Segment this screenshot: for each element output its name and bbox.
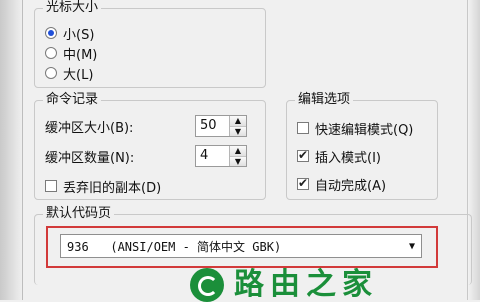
radio-medium[interactable] [45, 47, 57, 59]
buffer-count-row: 缓冲区数量(N): [45, 145, 134, 167]
watermark-logo-icon [190, 268, 224, 302]
spin-up-icon[interactable]: ▲ [230, 116, 246, 126]
quick-edit-checkbox[interactable] [297, 122, 309, 134]
spin-up-icon[interactable]: ▲ [230, 146, 246, 156]
buffer-size-value[interactable]: 50 [196, 116, 229, 136]
radio-large[interactable] [45, 67, 57, 79]
codepage-select[interactable]: 936 (ANSI/OEM - 简体中文 GBK) ▼ [60, 234, 422, 258]
insert-mode-label: 插入模式(I) [315, 150, 381, 166]
discard-dup-label: 丢弃旧的副本(D) [63, 180, 162, 196]
edit-options-group: 编辑选项 快速编辑模式(Q) 插入模式(I) 自动完成(A) [286, 91, 438, 200]
default-codepage-title: 默认代码页 [43, 205, 115, 223]
buffer-size-row: 缓冲区大小(B): [45, 115, 133, 137]
radio-small[interactable] [45, 27, 57, 39]
chevron-down-icon[interactable]: ▼ [403, 241, 421, 252]
insert-mode-row[interactable]: 插入模式(I) [297, 145, 381, 167]
quick-edit-row[interactable]: 快速编辑模式(Q) [297, 117, 413, 139]
autocomplete-label: 自动完成(A) [315, 178, 387, 194]
cursor-size-group: 光标大小 小(S) 中(M) 大(L) [34, 0, 266, 88]
command-history-group: 命令记录 缓冲区大小(B): 50 ▲ ▼ 缓冲区数量(N): 4 ▲ ▼ 丢弃… [34, 91, 266, 200]
watermark: 路由之家 [190, 267, 480, 302]
buffer-size-label: 缓冲区大小(B): [45, 120, 134, 136]
cursor-size-small-option[interactable]: 小(S) [45, 23, 94, 43]
autocomplete-row[interactable]: 自动完成(A) [297, 173, 386, 195]
autocomplete-checkbox[interactable] [297, 176, 309, 190]
discard-dup-row[interactable]: 丢弃旧的副本(D) [45, 175, 161, 197]
cursor-size-large-option[interactable]: 大(L) [45, 63, 93, 83]
insert-mode-checkbox[interactable] [297, 148, 309, 162]
watermark-text: 路由之家 [234, 267, 378, 302]
buffer-size-spinner[interactable]: 50 ▲ ▼ [195, 115, 247, 137]
discard-dup-checkbox[interactable] [45, 180, 57, 192]
edit-options-title: 编辑选项 [295, 91, 354, 109]
buffer-count-spinner[interactable]: 4 ▲ ▼ [195, 145, 247, 167]
cursor-size-medium-option[interactable]: 中(M) [45, 43, 97, 63]
spin-down-icon[interactable]: ▼ [230, 155, 246, 166]
buffer-count-label: 缓冲区数量(N): [45, 150, 135, 166]
codepage-value: 936 (ANSI/OEM - 简体中文 GBK) [67, 239, 282, 254]
quick-edit-label: 快速编辑模式(Q) [315, 122, 414, 138]
buffer-count-value[interactable]: 4 [196, 146, 229, 166]
window-left-edge [0, 0, 23, 300]
spin-down-icon[interactable]: ▼ [230, 125, 246, 136]
radio-medium-label: 中(M) [63, 47, 98, 63]
command-history-title: 命令记录 [43, 91, 102, 109]
radio-small-label: 小(S) [63, 27, 95, 43]
cursor-size-title: 光标大小 [43, 0, 102, 17]
radio-large-label: 大(L) [63, 67, 94, 83]
